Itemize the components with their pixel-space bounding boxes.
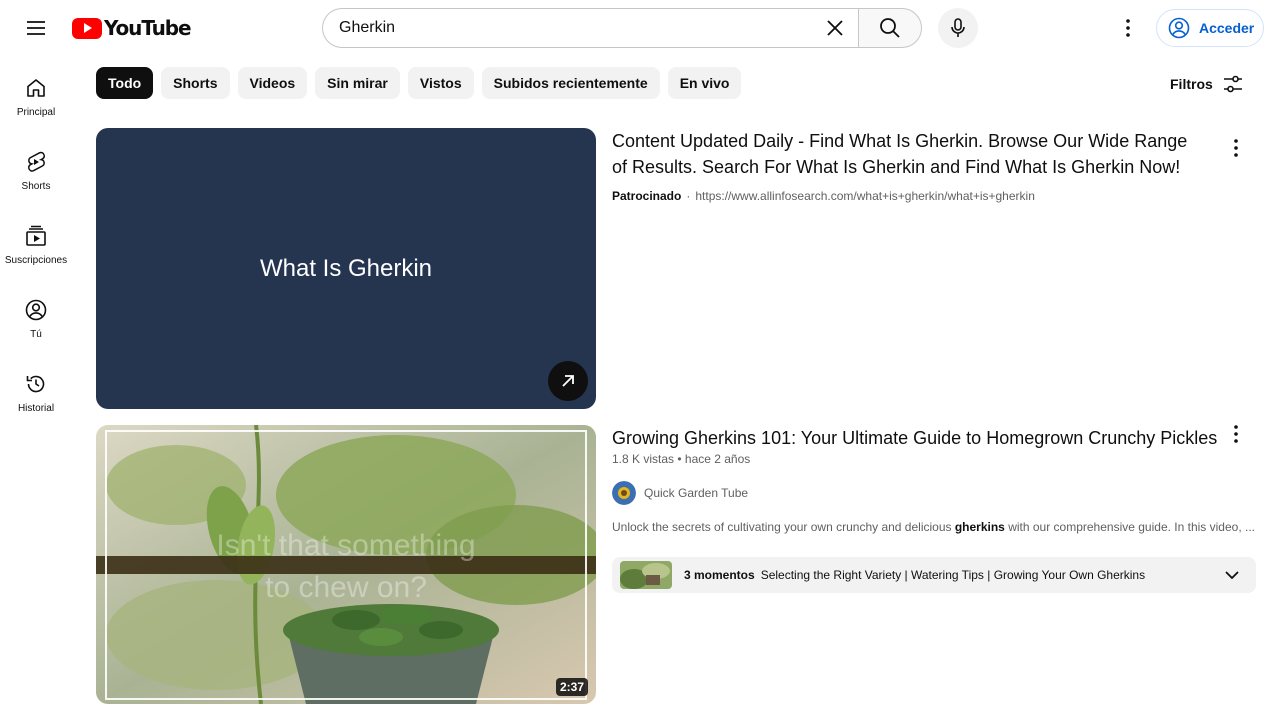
meta-separator: · bbox=[686, 189, 691, 203]
ad-url[interactable]: https://www.allinfosearch.com/what+is+gh… bbox=[695, 189, 1035, 203]
sidebar-item-label: Principal bbox=[16, 107, 56, 118]
moments-count: 3 momentos bbox=[684, 568, 755, 582]
moments-list: Selecting the Right Variety | Watering T… bbox=[760, 568, 1146, 582]
thumbnail-overlay-text: Isn't that something bbox=[216, 529, 475, 562]
youtube-play-icon bbox=[72, 17, 102, 39]
sidebar-item-label: Shorts bbox=[21, 181, 51, 192]
ad-meta: Patrocinado · https://www.allinfosearch.… bbox=[612, 189, 1035, 203]
video-thumbnail-image: Isn't that something to chew on? bbox=[96, 425, 596, 704]
moments-thumbnail bbox=[620, 561, 672, 589]
ad-headline[interactable]: Content Updated Daily - Find What Is Ghe… bbox=[612, 128, 1202, 180]
filter-chips: Todo Shorts Videos Sin mirar Vistos Subi… bbox=[96, 67, 749, 99]
search-button[interactable] bbox=[858, 8, 922, 48]
ad-thumbnail[interactable]: What Is Gherkin bbox=[96, 128, 596, 409]
history-icon bbox=[26, 375, 45, 393]
more-vertical-icon bbox=[1126, 19, 1130, 37]
arrow-up-right-icon bbox=[562, 375, 574, 387]
chip-videos[interactable]: Videos bbox=[237, 67, 308, 99]
chip-shorts[interactable]: Shorts bbox=[161, 67, 230, 99]
filters-label: Filtros bbox=[1170, 76, 1213, 92]
video-duration-badge: 2:37 bbox=[556, 678, 589, 696]
chip-live[interactable]: En vivo bbox=[667, 67, 742, 99]
video-thumbnail[interactable]: Isn't that something to chew on? bbox=[96, 425, 596, 704]
voice-search-button[interactable] bbox=[938, 8, 978, 48]
expand-moments-button[interactable] bbox=[1220, 563, 1244, 587]
shorts-icon bbox=[28, 151, 45, 172]
chip-watched[interactable]: Vistos bbox=[407, 67, 474, 99]
sidebar-item-home[interactable]: Principal bbox=[4, 56, 68, 130]
logo-text: YouTube bbox=[104, 16, 192, 40]
moments-thumbnail-image bbox=[620, 561, 672, 589]
tune-icon bbox=[1223, 75, 1242, 93]
home-icon bbox=[27, 79, 45, 97]
sidebar-item-you[interactable]: Tú bbox=[4, 278, 68, 352]
description-highlight: gherkins bbox=[954, 520, 1005, 534]
description-text: Unlock the secrets of cultivating your o… bbox=[612, 520, 955, 534]
search-icon bbox=[880, 18, 900, 38]
channel-avatar-image bbox=[612, 481, 636, 505]
channel-name: Quick Garden Tube bbox=[644, 486, 749, 500]
search-box bbox=[322, 8, 859, 48]
clear-search-button[interactable] bbox=[815, 9, 855, 47]
search-filters-button[interactable]: Filtros bbox=[1170, 68, 1245, 100]
guide-menu-button[interactable] bbox=[16, 8, 56, 48]
chip-todo[interactable]: Todo bbox=[96, 67, 154, 99]
microphone-icon bbox=[951, 18, 965, 37]
chevron-down-icon bbox=[1225, 571, 1239, 580]
chip-recently-uploaded[interactable]: Subidos recientemente bbox=[481, 67, 660, 99]
sidebar-item-shorts[interactable]: Shorts bbox=[4, 130, 68, 204]
account-circle-icon bbox=[1168, 17, 1190, 39]
sign-in-button[interactable]: Acceder bbox=[1156, 9, 1264, 47]
channel-link[interactable]: Quick Garden Tube bbox=[612, 481, 748, 505]
video-menu-button[interactable] bbox=[1224, 422, 1248, 446]
hamburger-icon bbox=[27, 21, 45, 35]
channel-avatar[interactable] bbox=[612, 481, 636, 505]
sidebar-item-subscriptions[interactable]: Suscripciones bbox=[4, 204, 68, 278]
chip-unwatched[interactable]: Sin mirar bbox=[315, 67, 400, 99]
masthead: YouTube Acceder bbox=[0, 0, 1280, 56]
ad-menu-button[interactable] bbox=[1224, 136, 1248, 160]
settings-more-button[interactable] bbox=[1108, 8, 1148, 48]
video-metadata: 1.8 K vistas • hace 2 años bbox=[612, 452, 751, 466]
youtube-logo[interactable]: YouTube bbox=[72, 16, 192, 40]
key-moments-panel[interactable]: 3 momentos Selecting the Right Variety |… bbox=[612, 557, 1256, 593]
you-icon bbox=[25, 299, 47, 321]
ad-open-link-button[interactable] bbox=[548, 361, 588, 401]
video-description-snippet: Unlock the secrets of cultivating your o… bbox=[612, 520, 1256, 534]
sidebar-item-label: Historial bbox=[17, 403, 55, 414]
description-text: with our comprehensive guide. In this vi… bbox=[1004, 520, 1255, 534]
subscriptions-icon bbox=[26, 225, 46, 246]
sidebar-item-label: Tú bbox=[30, 329, 42, 340]
search-input[interactable] bbox=[339, 19, 799, 37]
thumbnail-overlay-text: to chew on? bbox=[265, 571, 427, 604]
sign-in-label: Acceder bbox=[1199, 20, 1255, 36]
video-title[interactable]: Growing Gherkins 101: Your Ultimate Guid… bbox=[612, 426, 1217, 450]
sidebar-item-label: Suscripciones bbox=[4, 255, 68, 266]
sponsored-label: Patrocinado bbox=[612, 189, 682, 203]
sidebar-item-history[interactable]: Historial bbox=[4, 352, 68, 426]
close-icon bbox=[827, 20, 843, 36]
more-vertical-icon bbox=[1234, 139, 1238, 157]
ad-thumbnail-title: What Is Gherkin bbox=[259, 254, 433, 282]
more-vertical-icon bbox=[1234, 425, 1238, 443]
